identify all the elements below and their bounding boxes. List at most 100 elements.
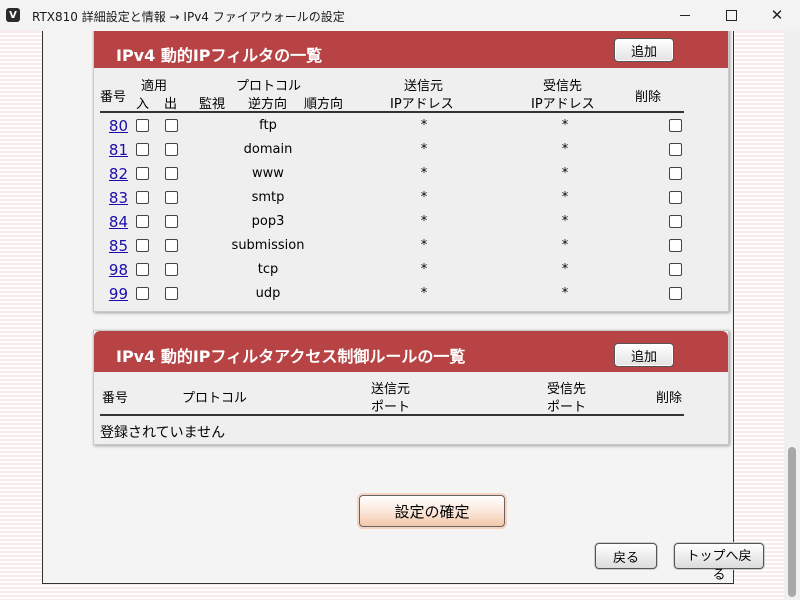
apply-in-checkbox[interactable] — [136, 167, 149, 180]
filter-number-link[interactable]: 98 — [108, 261, 128, 279]
src-ip-cell: * — [420, 262, 428, 277]
page-viewport: IPv4 動的IPフィルタの一覧 追加 番号 適用 入 出 プロトコル 監視 逆… — [0, 31, 784, 600]
header-divider — [100, 111, 684, 113]
add-access-rule-button[interactable]: 追加 — [614, 343, 674, 367]
apply-in-checkbox[interactable] — [136, 287, 149, 300]
protocol-cell: pop3 — [251, 214, 285, 229]
apply-in-checkbox[interactable] — [136, 239, 149, 252]
header-number: 番号 — [102, 391, 129, 406]
dynamic-filter-panel: IPv4 動的IPフィルタの一覧 追加 番号 適用 入 出 プロトコル 監視 逆… — [93, 31, 729, 312]
dst-ip-cell: * — [561, 190, 569, 205]
filter-number-link[interactable]: 82 — [108, 165, 128, 183]
header-src-2: IPアドレス — [390, 97, 454, 112]
table-row: 80 ftp * * — [94, 114, 728, 138]
apply-out-checkbox[interactable] — [165, 215, 178, 228]
filter-number-link[interactable]: 84 — [108, 213, 128, 231]
header-out: 出 — [164, 97, 178, 112]
maximize-icon[interactable] — [708, 0, 754, 31]
panel-title: IPv4 動的IPフィルタの一覧 — [116, 46, 323, 65]
dst-ip-cell: * — [561, 238, 569, 253]
dst-ip-cell: * — [561, 142, 569, 157]
apply-in-checkbox[interactable] — [136, 119, 149, 132]
delete-checkbox[interactable] — [669, 143, 682, 156]
filter-number-link[interactable]: 81 — [108, 141, 128, 159]
apply-out-checkbox[interactable] — [165, 191, 178, 204]
panel-header: IPv4 動的IPフィルタアクセス制御ルールの一覧 追加 — [94, 331, 728, 372]
add-filter-button[interactable]: 追加 — [614, 38, 674, 62]
table-row: 81 domain * * — [94, 138, 728, 162]
src-ip-cell: * — [420, 286, 428, 301]
src-ip-cell: * — [420, 166, 428, 181]
vertical-scrollbar[interactable] — [784, 31, 800, 600]
confirm-settings-button[interactable]: 設定の確定 — [359, 495, 505, 527]
filter-number-link[interactable]: 83 — [108, 189, 128, 207]
dst-ip-cell: * — [561, 214, 569, 229]
header-in: 入 — [136, 97, 150, 112]
protocol-cell: www — [252, 166, 284, 181]
protocol-cell: submission — [231, 238, 305, 253]
delete-checkbox[interactable] — [669, 263, 682, 276]
protocol-cell: udp — [255, 286, 281, 301]
apply-out-checkbox[interactable] — [165, 167, 178, 180]
empty-message: 登録されていません — [100, 425, 226, 441]
apply-out-checkbox[interactable] — [165, 143, 178, 156]
delete-checkbox[interactable] — [669, 119, 682, 132]
header-divider — [100, 414, 684, 416]
header-reverse: 逆方向 — [248, 97, 288, 112]
vivaldi-app-icon — [6, 8, 20, 22]
header-src-2: ポート — [371, 400, 411, 415]
header-dst-1: 受信先 — [543, 79, 583, 94]
table-row: 84 pop3 * * — [94, 210, 728, 234]
scrollbar-thumb[interactable] — [788, 447, 796, 597]
header-src-1: 送信元 — [404, 79, 444, 94]
apply-in-checkbox[interactable] — [136, 191, 149, 204]
header-protocol: プロトコル — [182, 391, 248, 406]
header-dst-2: IPアドレス — [531, 97, 595, 112]
dst-ip-cell: * — [561, 286, 569, 301]
apply-in-checkbox[interactable] — [136, 263, 149, 276]
src-ip-cell: * — [420, 142, 428, 157]
apply-out-checkbox[interactable] — [165, 287, 178, 300]
table-row: 98 tcp * * — [94, 258, 728, 282]
header-delete: 削除 — [656, 391, 683, 406]
delete-checkbox[interactable] — [669, 239, 682, 252]
header-apply: 適用 — [141, 79, 168, 94]
delete-checkbox[interactable] — [669, 191, 682, 204]
filter-number-link[interactable]: 99 — [108, 285, 128, 303]
panel-title: IPv4 動的IPフィルタアクセス制御ルールの一覧 — [116, 347, 466, 366]
src-ip-cell: * — [420, 238, 428, 253]
header-forward: 順方向 — [304, 97, 344, 112]
src-ip-cell: * — [420, 214, 428, 229]
delete-checkbox[interactable] — [669, 167, 682, 180]
table-row: 82 www * * — [94, 162, 728, 186]
delete-checkbox[interactable] — [669, 215, 682, 228]
header-src-1: 送信元 — [371, 382, 411, 397]
table-row: 83 smtp * * — [94, 186, 728, 210]
apply-out-checkbox[interactable] — [165, 119, 178, 132]
back-button[interactable]: 戻る — [595, 543, 657, 569]
apply-out-checkbox[interactable] — [165, 239, 178, 252]
protocol-cell: tcp — [257, 262, 279, 277]
dst-ip-cell: * — [561, 166, 569, 181]
filter-number-link[interactable]: 85 — [108, 237, 128, 255]
apply-in-checkbox[interactable] — [136, 143, 149, 156]
minimize-icon[interactable] — [662, 0, 708, 31]
protocol-cell: ftp — [259, 118, 277, 133]
dst-ip-cell: * — [561, 262, 569, 277]
filter-number-link[interactable]: 80 — [108, 117, 128, 135]
table-row: 85 submission * * — [94, 234, 728, 258]
header-dst-2: ポート — [547, 400, 587, 415]
protocol-cell: smtp — [251, 190, 285, 205]
header-dst-1: 受信先 — [547, 382, 587, 397]
delete-checkbox[interactable] — [669, 287, 682, 300]
apply-in-checkbox[interactable] — [136, 215, 149, 228]
src-ip-cell: * — [420, 190, 428, 205]
apply-out-checkbox[interactable] — [165, 263, 178, 276]
back-to-top-button[interactable]: トップへ戻る — [674, 543, 764, 583]
header-monitor: 監視 — [199, 97, 226, 112]
panel-header: IPv4 動的IPフィルタの一覧 追加 — [94, 31, 728, 68]
window-title: RTX810 詳細設定と情報 → IPv4 ファイアウォールの設定 — [32, 10, 345, 24]
header-number: 番号 — [100, 90, 127, 105]
close-icon[interactable]: ✕ — [754, 0, 800, 31]
main-content-frame: IPv4 動的IPフィルタの一覧 追加 番号 適用 入 出 プロトコル 監視 逆… — [42, 31, 764, 584]
